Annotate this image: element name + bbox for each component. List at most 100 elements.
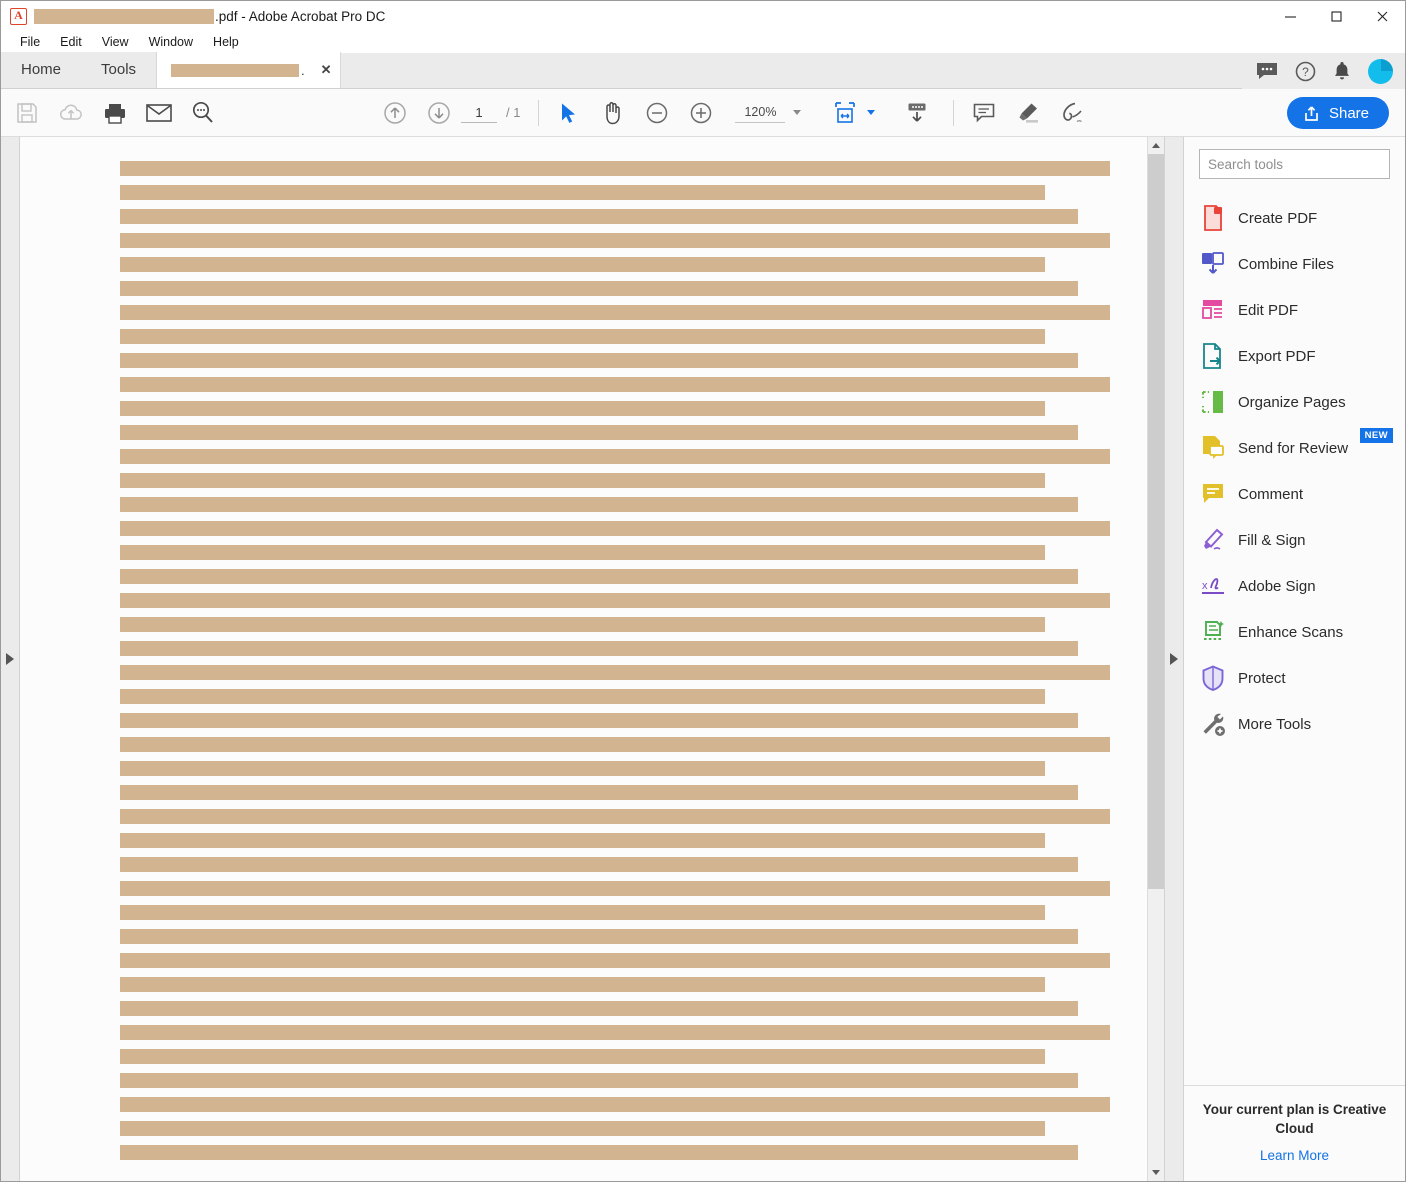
fit-page-dropdown-caret-icon[interactable] bbox=[867, 110, 876, 115]
tool-item-protect[interactable]: Protect bbox=[1184, 655, 1405, 701]
share-button-label: Share bbox=[1328, 104, 1369, 122]
annotation-tool-group bbox=[962, 93, 1094, 133]
tool-item-create-pdf[interactable]: Create PDF bbox=[1184, 195, 1405, 241]
menu-help[interactable]: Help bbox=[203, 32, 249, 53]
redacted-text-line bbox=[120, 185, 1045, 200]
redacted-text-line bbox=[120, 905, 1045, 920]
tool-item-send-for-review[interactable]: Send for Review NEW bbox=[1184, 425, 1405, 471]
redacted-text-line bbox=[120, 1001, 1078, 1016]
redacted-text-line bbox=[120, 497, 1078, 512]
toolbar-separator-2 bbox=[953, 99, 955, 126]
print-icon[interactable] bbox=[93, 93, 137, 133]
scrollbar-track[interactable] bbox=[1148, 154, 1164, 1164]
close-icon[interactable] bbox=[1359, 1, 1405, 32]
scroll-down-button[interactable] bbox=[1148, 1164, 1164, 1181]
redacted-text-line bbox=[120, 401, 1045, 416]
help-icon[interactable]: ? bbox=[1295, 61, 1316, 82]
menu-file[interactable]: File bbox=[10, 32, 50, 53]
zoom-out-icon[interactable] bbox=[635, 93, 679, 133]
search-tools-box[interactable] bbox=[1199, 149, 1390, 179]
redacted-text-line bbox=[120, 233, 1110, 248]
zoom-in-icon[interactable] bbox=[679, 93, 723, 133]
email-icon[interactable] bbox=[137, 93, 181, 133]
scroll-up-button[interactable] bbox=[1148, 137, 1164, 154]
select-tool-icon[interactable] bbox=[547, 93, 591, 133]
tool-item-organize-pages[interactable]: Organize Pages bbox=[1184, 379, 1405, 425]
send-review-icon bbox=[1198, 435, 1228, 461]
menu-view[interactable]: View bbox=[92, 32, 139, 53]
menu-bar: File Edit View Window Help bbox=[1, 32, 1405, 53]
comment-icon[interactable] bbox=[962, 93, 1006, 133]
redacted-text-line bbox=[120, 569, 1078, 584]
tool-item-label: Combine Files bbox=[1238, 255, 1334, 273]
comment-icon bbox=[1198, 481, 1228, 507]
tools-pane-toggle[interactable] bbox=[1164, 137, 1183, 1181]
scrollbar-thumb[interactable] bbox=[1148, 154, 1164, 889]
tab-close-icon[interactable]: ✕ bbox=[321, 62, 332, 78]
plan-text: Your current plan is Creative Cloud bbox=[1202, 1102, 1387, 1136]
redacted-text-line bbox=[120, 473, 1045, 488]
bell-icon[interactable] bbox=[1333, 61, 1351, 82]
redacted-text-line bbox=[120, 929, 1078, 944]
save-icon[interactable] bbox=[5, 93, 49, 133]
menu-window[interactable]: Window bbox=[139, 32, 203, 53]
learn-more-link[interactable]: Learn More bbox=[1260, 1148, 1329, 1163]
document-pane[interactable] bbox=[20, 137, 1147, 1181]
tool-item-label: Export PDF bbox=[1238, 347, 1316, 365]
redacted-text-line bbox=[120, 1025, 1110, 1040]
tool-item-label: Comment bbox=[1238, 485, 1304, 503]
chevron-up-icon bbox=[1152, 143, 1160, 148]
tool-item-label: Organize Pages bbox=[1238, 393, 1346, 411]
tool-item-combine-files[interactable]: Combine Files bbox=[1184, 241, 1405, 287]
navigation-pane-toggle[interactable] bbox=[1, 137, 20, 1181]
minimize-button[interactable] bbox=[1267, 1, 1313, 32]
redacted-text-line bbox=[120, 953, 1110, 968]
redacted-text-line bbox=[120, 353, 1078, 368]
next-page-icon[interactable] bbox=[417, 93, 461, 133]
highlight-icon[interactable] bbox=[1006, 93, 1050, 133]
redacted-text-line bbox=[120, 1145, 1078, 1160]
file-tool-group bbox=[5, 93, 225, 133]
tool-item-fill-sign[interactable]: Fill & Sign bbox=[1184, 517, 1405, 563]
tool-item-enhance-scans[interactable]: Enhance Scans bbox=[1184, 609, 1405, 655]
avatar[interactable] bbox=[1368, 58, 1393, 84]
tab-group-left: Home Tools bbox=[1, 52, 157, 88]
tool-item-export-pdf[interactable]: Export PDF bbox=[1184, 333, 1405, 379]
redacted-text-line bbox=[120, 713, 1078, 728]
tool-item-comment[interactable]: Comment bbox=[1184, 471, 1405, 517]
collapse-tools-chevron-icon bbox=[1170, 653, 1178, 665]
window-title-text: .pdf - Adobe Acrobat Pro DC bbox=[215, 9, 386, 24]
zoom-dropdown-caret-icon[interactable] bbox=[793, 110, 802, 115]
vertical-scrollbar[interactable] bbox=[1147, 137, 1164, 1181]
chat-icon[interactable] bbox=[1256, 61, 1278, 81]
tool-item-label: Create PDF bbox=[1238, 209, 1318, 227]
tool-item-label: Protect bbox=[1238, 669, 1286, 687]
cloud-upload-icon[interactable] bbox=[49, 93, 93, 133]
redacted-text-line bbox=[120, 1049, 1045, 1064]
redacted-text-line bbox=[120, 209, 1078, 224]
zoom-level-input[interactable] bbox=[735, 102, 786, 123]
redacted-text-line bbox=[120, 737, 1110, 752]
tool-item-adobe-sign[interactable]: x Adobe Sign bbox=[1184, 563, 1405, 609]
tool-item-more-tools[interactable]: More Tools bbox=[1184, 701, 1405, 747]
share-button[interactable]: Share bbox=[1286, 97, 1389, 129]
search-icon[interactable] bbox=[181, 93, 225, 133]
redacted-text-line bbox=[120, 377, 1110, 392]
sign-icon[interactable] bbox=[1050, 93, 1094, 133]
tab-tools[interactable]: Tools bbox=[81, 52, 156, 88]
redacted-text-line bbox=[120, 281, 1078, 296]
search-tools-input[interactable] bbox=[1208, 156, 1381, 172]
page-number-input[interactable] bbox=[461, 102, 497, 123]
tab-document[interactable]: . ✕ bbox=[156, 52, 341, 88]
tool-item-edit-pdf[interactable]: Edit PDF bbox=[1184, 287, 1405, 333]
read-mode-icon[interactable] bbox=[895, 93, 939, 133]
previous-page-icon[interactable] bbox=[373, 93, 417, 133]
redacted-text-line bbox=[120, 449, 1110, 464]
menu-edit[interactable]: Edit bbox=[50, 32, 92, 53]
maximize-button[interactable] bbox=[1313, 1, 1359, 32]
tab-home[interactable]: Home bbox=[1, 52, 81, 88]
redacted-text-line bbox=[120, 329, 1045, 344]
hand-tool-icon[interactable] bbox=[591, 93, 635, 133]
fit-page-icon[interactable] bbox=[823, 93, 867, 133]
adobe-sign-icon: x bbox=[1198, 573, 1228, 599]
